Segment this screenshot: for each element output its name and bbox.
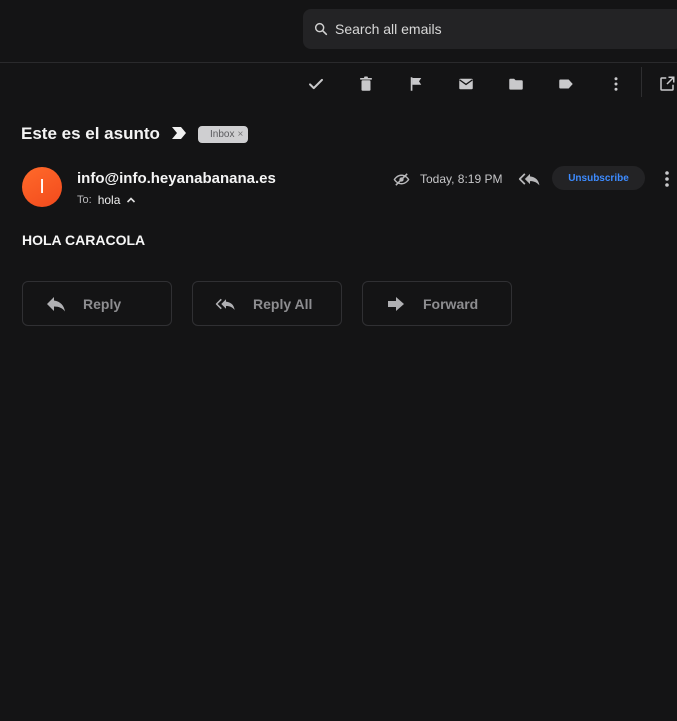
folder-icon xyxy=(509,78,523,90)
email-subject: Este es el asunto xyxy=(21,124,160,143)
unsubscribe-button[interactable]: Unsubscribe xyxy=(552,166,645,190)
flag-button[interactable] xyxy=(404,72,428,96)
move-to-folder-button[interactable] xyxy=(504,72,528,96)
reply-all-label: Reply All xyxy=(253,296,313,312)
envelope-icon xyxy=(459,78,473,90)
forward-arrow-icon xyxy=(388,297,404,311)
forward-button[interactable]: Forward xyxy=(362,281,512,326)
chevron-up-icon[interactable] xyxy=(126,195,136,205)
importance-marker-icon[interactable] xyxy=(171,126,187,140)
search-input[interactable]: Search all emails xyxy=(335,21,442,37)
reply-button[interactable]: Reply xyxy=(22,281,172,326)
search-icon xyxy=(314,22,328,36)
mark-done-button[interactable] xyxy=(304,72,328,96)
reply-icon xyxy=(47,297,65,312)
open-external-icon xyxy=(660,76,675,91)
label-button[interactable] xyxy=(554,72,578,96)
toolbar-divider xyxy=(641,67,642,97)
recipient-name[interactable]: hola xyxy=(98,193,121,207)
reply-all-icon[interactable] xyxy=(518,170,542,188)
search-bar[interactable]: Search all emails xyxy=(303,9,677,49)
sender-address[interactable]: info@info.heyanabanana.es xyxy=(77,170,276,187)
tracking-blocked-eye-icon[interactable] xyxy=(393,171,410,188)
to-label: To: xyxy=(77,194,92,206)
trash-icon xyxy=(360,76,372,91)
badge-label: Inbox xyxy=(210,129,235,140)
check-icon xyxy=(309,78,323,90)
flag-icon xyxy=(410,77,422,91)
inbox-label-badge[interactable]: Inbox × xyxy=(198,126,248,143)
header-divider xyxy=(0,62,677,63)
mark-unread-button[interactable] xyxy=(454,72,478,96)
sender-avatar: I xyxy=(22,167,62,207)
more-vertical-icon xyxy=(614,77,618,91)
recipients-row[interactable]: To: hola xyxy=(77,193,136,207)
more-options-button[interactable] xyxy=(604,72,628,96)
open-in-new-window-button[interactable] xyxy=(655,72,677,96)
reply-label: Reply xyxy=(83,296,122,312)
message-more-icon[interactable] xyxy=(660,170,674,188)
forward-label: Forward xyxy=(423,296,479,312)
received-time: Today, 8:19 PM xyxy=(420,172,503,186)
tag-icon xyxy=(559,79,573,89)
reply-all-button[interactable]: Reply All xyxy=(192,281,342,326)
email-toolbar xyxy=(0,72,677,96)
remove-label-icon[interactable]: × xyxy=(237,129,243,140)
reply-all-icon xyxy=(215,298,235,310)
email-body: HOLA CARACOLA xyxy=(22,232,146,248)
delete-button[interactable] xyxy=(354,72,378,96)
